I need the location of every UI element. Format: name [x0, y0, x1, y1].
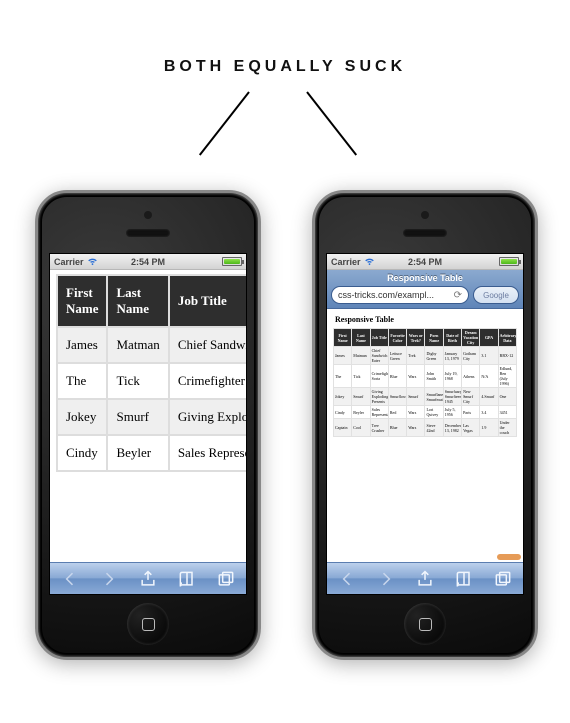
table-header-row: First Name Last Name Job Title	[57, 275, 246, 327]
phone-mockup-right: Carrier 2:54 PM Responsive Table css-tri…	[312, 190, 538, 660]
phone-mockup-left: Carrier 2:54 PM First Name Last Name Job…	[35, 190, 261, 660]
tabs-button[interactable]	[215, 568, 237, 590]
forward-button[interactable]	[375, 568, 397, 590]
col-header: Wars or Trek?	[407, 329, 425, 347]
status-bar: Carrier 2:54 PM	[327, 254, 523, 270]
status-bar: Carrier 2:54 PM	[50, 254, 246, 270]
home-button[interactable]	[404, 603, 446, 645]
home-button[interactable]	[127, 603, 169, 645]
clock-label: 2:54 PM	[327, 257, 523, 267]
viewport[interactable]: First Name Last Name Job Title James Mat…	[50, 270, 246, 562]
phone-screen: Carrier 2:54 PM First Name Last Name Job…	[49, 253, 247, 595]
back-button[interactable]	[336, 568, 358, 590]
col-header: Favorite Color	[388, 329, 406, 347]
phone-sensor	[144, 211, 152, 219]
col-header: Date of Birth	[443, 329, 461, 347]
battery-icon	[222, 257, 242, 266]
bookmarks-button[interactable]	[453, 568, 475, 590]
share-button[interactable]	[137, 568, 159, 590]
tabs-button[interactable]	[492, 568, 514, 590]
viewport[interactable]: Responsive Table First NameLast NameJob …	[327, 309, 523, 562]
connector-line-left	[199, 91, 250, 155]
search-field[interactable]: Google	[473, 286, 519, 304]
col-job-title: Job Title	[169, 275, 246, 327]
share-button[interactable]	[414, 568, 436, 590]
table-row: JokeySmurfGiving Exploding PresentsSmurf…	[334, 388, 517, 406]
col-header: GPA	[480, 329, 498, 347]
phone-screen: Carrier 2:54 PM Responsive Table css-tri…	[326, 253, 524, 595]
browser-chrome: Responsive Table css-tricks.com/exampl..…	[327, 270, 523, 309]
back-button[interactable]	[59, 568, 81, 590]
bookmarks-button[interactable]	[176, 568, 198, 590]
table-header-row: First NameLast NameJob TitleFavorite Col…	[334, 329, 517, 347]
col-header: Arbitrary Data	[498, 329, 516, 347]
col-first-name: First Name	[57, 275, 107, 327]
scroll-indicator	[497, 554, 521, 560]
table-row: CaptainCoolTree CrusherBlueWarsSteve 42n…	[334, 419, 517, 437]
table-row: CindyBeylerSales RepresentativeRedWarsLo…	[334, 406, 517, 419]
content-heading: Responsive Table	[335, 315, 517, 324]
col-header: Job Title	[370, 329, 388, 347]
phone-speaker	[403, 229, 447, 237]
browser-toolbar	[50, 562, 246, 594]
data-table: First Name Last Name Job Title James Mat…	[56, 274, 246, 472]
page-caption: BOTH EQUALLY SUCK	[0, 58, 570, 76]
forward-button[interactable]	[98, 568, 120, 590]
url-field[interactable]: css-tricks.com/exampl... ⟳	[331, 286, 469, 304]
refresh-icon[interactable]: ⟳	[454, 290, 462, 301]
col-header: First Name	[334, 329, 352, 347]
phone-sensor	[421, 211, 429, 219]
col-header: Dream Vacation City	[462, 329, 480, 347]
connector-line-right	[306, 91, 357, 155]
clock-label: 2:54 PM	[50, 257, 246, 267]
col-last-name: Last Name	[107, 275, 168, 327]
table-row: James Matman Chief Sandwich Eater	[57, 327, 246, 363]
table-row: JamesMatmanChief Sandwich EaterLettuce G…	[334, 347, 517, 365]
table-row: Jokey Smurf Giving Exploding Presents	[57, 399, 246, 435]
col-header: Porn Name	[425, 329, 443, 347]
table-row: TheTickCrimefighter SortaBlueWarsJohn Sm…	[334, 365, 517, 388]
table-row: The Tick Crimefighter Sorta	[57, 363, 246, 399]
page-title: Responsive Table	[331, 273, 519, 283]
url-text: css-tricks.com/exampl...	[338, 290, 434, 300]
battery-icon	[499, 257, 519, 266]
col-header: Last Name	[352, 329, 370, 347]
table-row: Cindy Beyler Sales Representative	[57, 435, 246, 471]
browser-toolbar	[327, 562, 523, 594]
data-table: First NameLast NameJob TitleFavorite Col…	[333, 328, 517, 437]
phone-speaker	[126, 229, 170, 237]
